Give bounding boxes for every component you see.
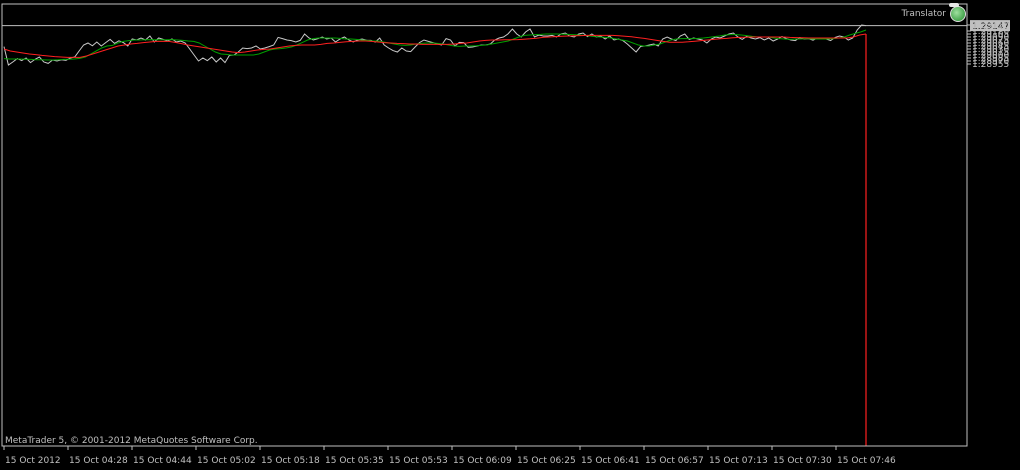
series-line-fast: [3, 29, 867, 61]
plot-frame: [1, 3, 968, 447]
translator-indicator[interactable]: Translator: [901, 3, 966, 22]
x-tick-label: 15 Oct 07:13: [709, 456, 768, 466]
x-tick-label: 15 Oct 06:57: [645, 456, 704, 466]
x-tick-label: 15 Oct 06:25: [517, 456, 576, 466]
x-axis: 15 Oct 2012 15 Oct 04:28 15 Oct 04:44 15 Oc…: [3, 446, 896, 466]
x-tick-label: 15 Oct 06:09: [453, 456, 512, 466]
globe-icon: [949, 3, 966, 22]
series-line-price: [3, 24, 867, 66]
series-layer: [3, 24, 867, 66]
y-axis: 1.291501.291201.291051.290901.290751.290…: [967, 21, 1009, 70]
x-tick-label: 15 Oct 05:53: [389, 456, 448, 466]
x-tick-label: 15 Oct 05:35: [325, 456, 384, 466]
chart: 1.29147 1.291501.291201.291051.290901.29…: [1, 3, 1010, 466]
x-tick-label: 15 Oct 05:18: [261, 456, 320, 466]
x-tick-label: 15 Oct 04:44: [133, 456, 192, 466]
translator-label: Translator: [901, 9, 946, 19]
copyright-text: MetaTrader 5, © 2001-2012 MetaQuotes Sof…: [5, 436, 258, 446]
series-line-slow: [3, 33, 867, 58]
x-tick-label: 15 Oct 07:46: [837, 456, 896, 466]
x-tick-label: 15 Oct 05:02: [197, 456, 256, 466]
y-tick-label: 1.28955: [972, 60, 1009, 70]
x-tick-label: 15 Oct 04:28: [69, 456, 128, 466]
x-tick-label: 15 Oct 2012: [5, 456, 61, 466]
x-tick-label: 15 Oct 06:41: [581, 456, 640, 466]
x-tick-label: 15 Oct 07:30: [773, 456, 832, 466]
